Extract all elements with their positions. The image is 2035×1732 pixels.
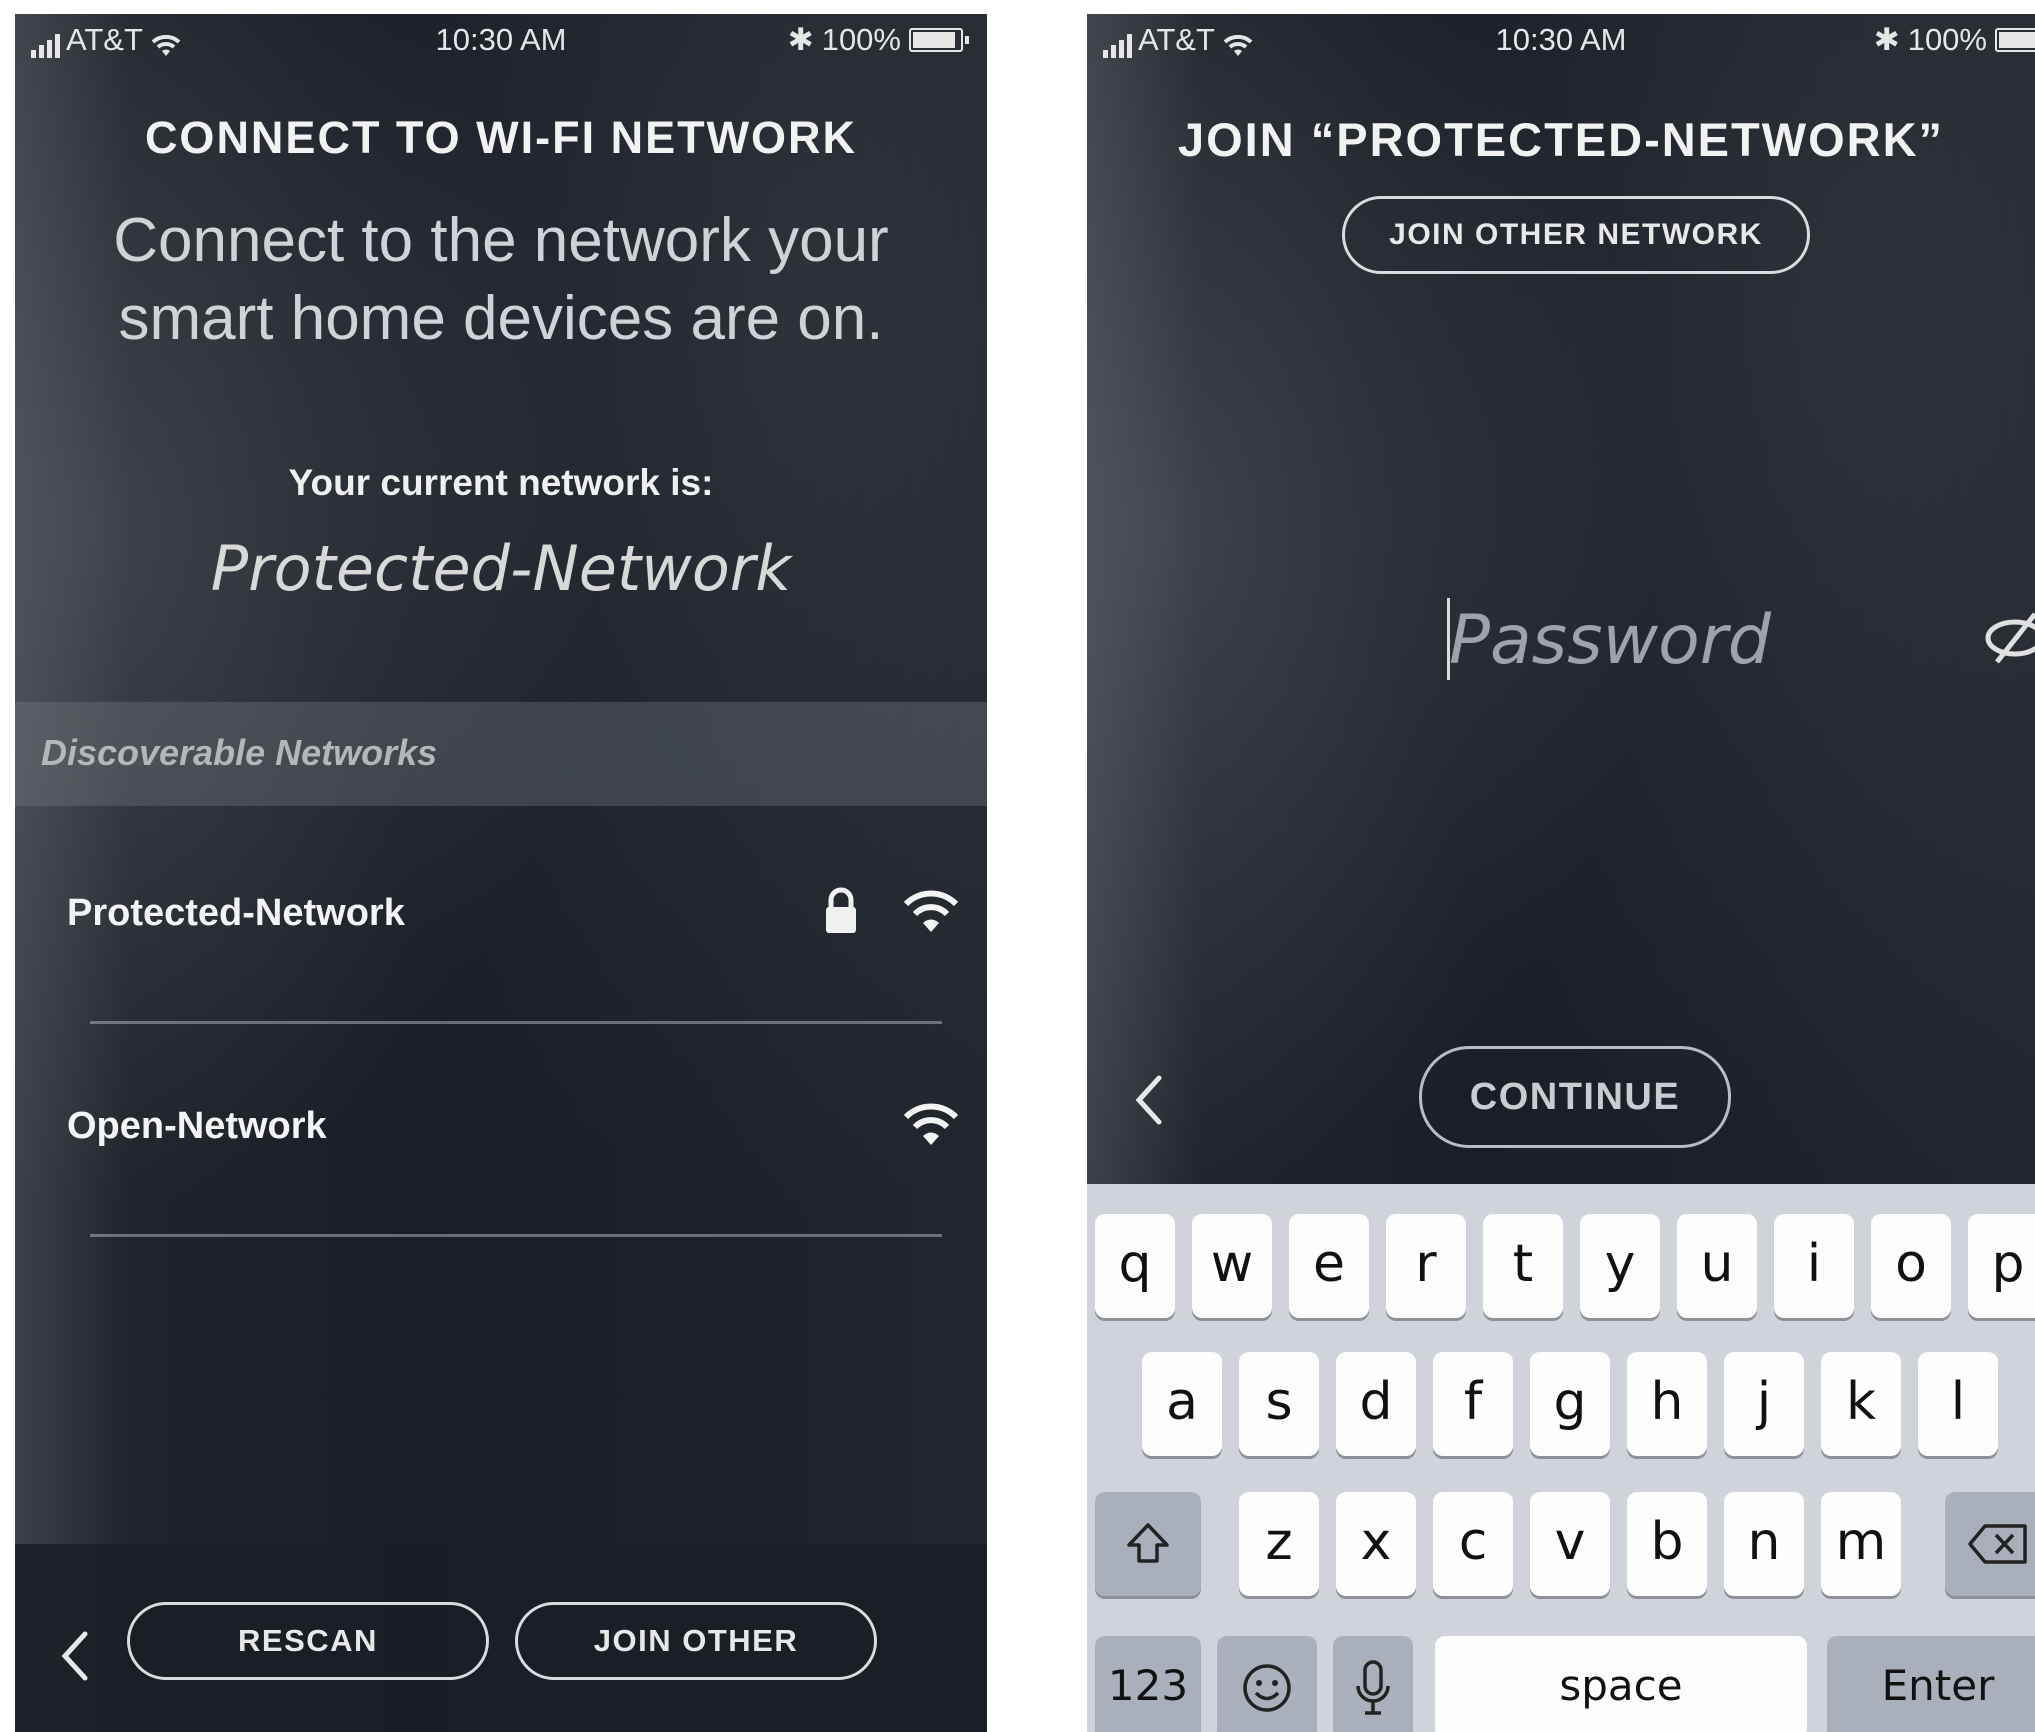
key-j[interactable]: j xyxy=(1724,1352,1804,1456)
lock-icon xyxy=(826,887,856,933)
page-subtitle: Connect to the network your smart home d… xyxy=(113,206,889,353)
wifi-signal-icon xyxy=(903,1103,959,1145)
wifi-signal-icon xyxy=(903,890,959,932)
right-phone-screen: AT&T 10:30 AM ✱ 100% JOIN “PROTECTED-NET… xyxy=(1087,14,2035,1732)
key-v[interactable]: v xyxy=(1530,1492,1610,1596)
network-name: Open-Network xyxy=(67,1105,327,1147)
shift-icon xyxy=(1127,1523,1169,1563)
key-s[interactable]: s xyxy=(1239,1352,1319,1456)
row-divider xyxy=(90,1234,942,1237)
key-e[interactable]: e xyxy=(1289,1214,1369,1318)
network-name: Protected-Network xyxy=(67,892,405,934)
key-x[interactable]: x xyxy=(1336,1492,1416,1596)
password-field[interactable] xyxy=(1087,584,2035,696)
key-f[interactable]: f xyxy=(1433,1352,1513,1456)
key-k[interactable]: k xyxy=(1821,1352,1901,1456)
enter-key[interactable]: Enter xyxy=(1827,1636,2035,1732)
key-i[interactable]: i xyxy=(1774,1214,1854,1318)
key-p[interactable]: p xyxy=(1968,1214,2035,1318)
battery-percent: 100% xyxy=(1907,22,1987,57)
battery: ✱ 100% xyxy=(1874,22,2035,58)
status-bar: AT&T 10:30 AM ✱ 100% xyxy=(15,14,987,70)
battery-icon xyxy=(909,28,963,52)
microphone-icon xyxy=(1356,1660,1390,1715)
discoverable-networks-header: Discoverable Networks xyxy=(15,702,987,806)
network-row-protected[interactable]: Protected-Network xyxy=(15,824,987,1024)
numbers-key[interactable]: 123 xyxy=(1095,1636,1201,1732)
key-l[interactable]: l xyxy=(1918,1352,1998,1456)
key-q[interactable]: q xyxy=(1095,1214,1175,1318)
page-title: JOIN “PROTECTED-NETWORK” xyxy=(1177,113,1945,166)
join-other-network-button[interactable]: JOIN OTHER NETWORK xyxy=(1342,196,1810,274)
emoji-icon xyxy=(1243,1664,1291,1712)
text-cursor xyxy=(1447,598,1450,680)
battery: ✱ 100% xyxy=(788,22,969,58)
page-title: CONNECT TO WI-FI NETWORK xyxy=(144,112,858,163)
key-u[interactable]: u xyxy=(1677,1214,1757,1318)
current-network-label: Your current network is: xyxy=(288,462,714,503)
back-chevron-icon[interactable] xyxy=(1131,1072,1167,1128)
bluetooth-icon: ✱ xyxy=(787,22,814,57)
left-phone-screen: AT&T 10:30 AM ✱ 100% CONNECT TO WI-FI NE… xyxy=(15,14,987,1732)
key-m[interactable]: m xyxy=(1821,1492,1901,1596)
key-y[interactable]: y xyxy=(1580,1214,1660,1318)
key-n[interactable]: n xyxy=(1724,1492,1804,1596)
battery-nub xyxy=(965,36,969,44)
network-row-open[interactable]: Open-Network xyxy=(15,1037,987,1237)
key-o[interactable]: o xyxy=(1871,1214,1951,1318)
key-c[interactable]: c xyxy=(1433,1492,1513,1596)
back-chevron-icon[interactable] xyxy=(57,1628,93,1684)
key-w[interactable]: w xyxy=(1192,1214,1272,1318)
key-r[interactable]: r xyxy=(1386,1214,1466,1318)
space-key[interactable]: space xyxy=(1435,1636,1807,1732)
key-t[interactable]: t xyxy=(1483,1214,1563,1318)
key-d[interactable]: d xyxy=(1336,1352,1416,1456)
backspace-key[interactable] xyxy=(1945,1492,2035,1596)
emoji-key[interactable] xyxy=(1217,1636,1317,1732)
join-other-button[interactable]: JOIN OTHER xyxy=(515,1602,877,1680)
shift-key[interactable] xyxy=(1095,1492,1201,1596)
row-divider xyxy=(90,1021,942,1024)
key-g[interactable]: g xyxy=(1530,1352,1610,1456)
dictation-key[interactable] xyxy=(1333,1636,1413,1732)
bluetooth-icon: ✱ xyxy=(1873,22,1900,57)
battery-icon xyxy=(1995,28,2035,52)
key-h[interactable]: h xyxy=(1627,1352,1707,1456)
password-input[interactable] xyxy=(1447,584,1851,696)
status-bar: AT&T 10:30 AM ✱ 100% xyxy=(1087,14,2035,70)
hide-password-icon[interactable] xyxy=(1985,606,2035,670)
battery-percent: 100% xyxy=(821,22,901,57)
rescan-button[interactable]: RESCAN xyxy=(127,1602,489,1680)
key-a[interactable]: a xyxy=(1142,1352,1222,1456)
continue-button[interactable]: CONTINUE xyxy=(1419,1046,1731,1148)
backspace-icon xyxy=(1968,1524,2027,1564)
onscreen-keyboard: q w e r t y u i o p a s d f g h j k l z … xyxy=(1087,1184,2035,1732)
key-z[interactable]: z xyxy=(1239,1492,1319,1596)
key-b[interactable]: b xyxy=(1627,1492,1707,1596)
section-header-label: Discoverable Networks xyxy=(41,732,438,773)
current-network-name: Protected-Network xyxy=(210,532,792,605)
